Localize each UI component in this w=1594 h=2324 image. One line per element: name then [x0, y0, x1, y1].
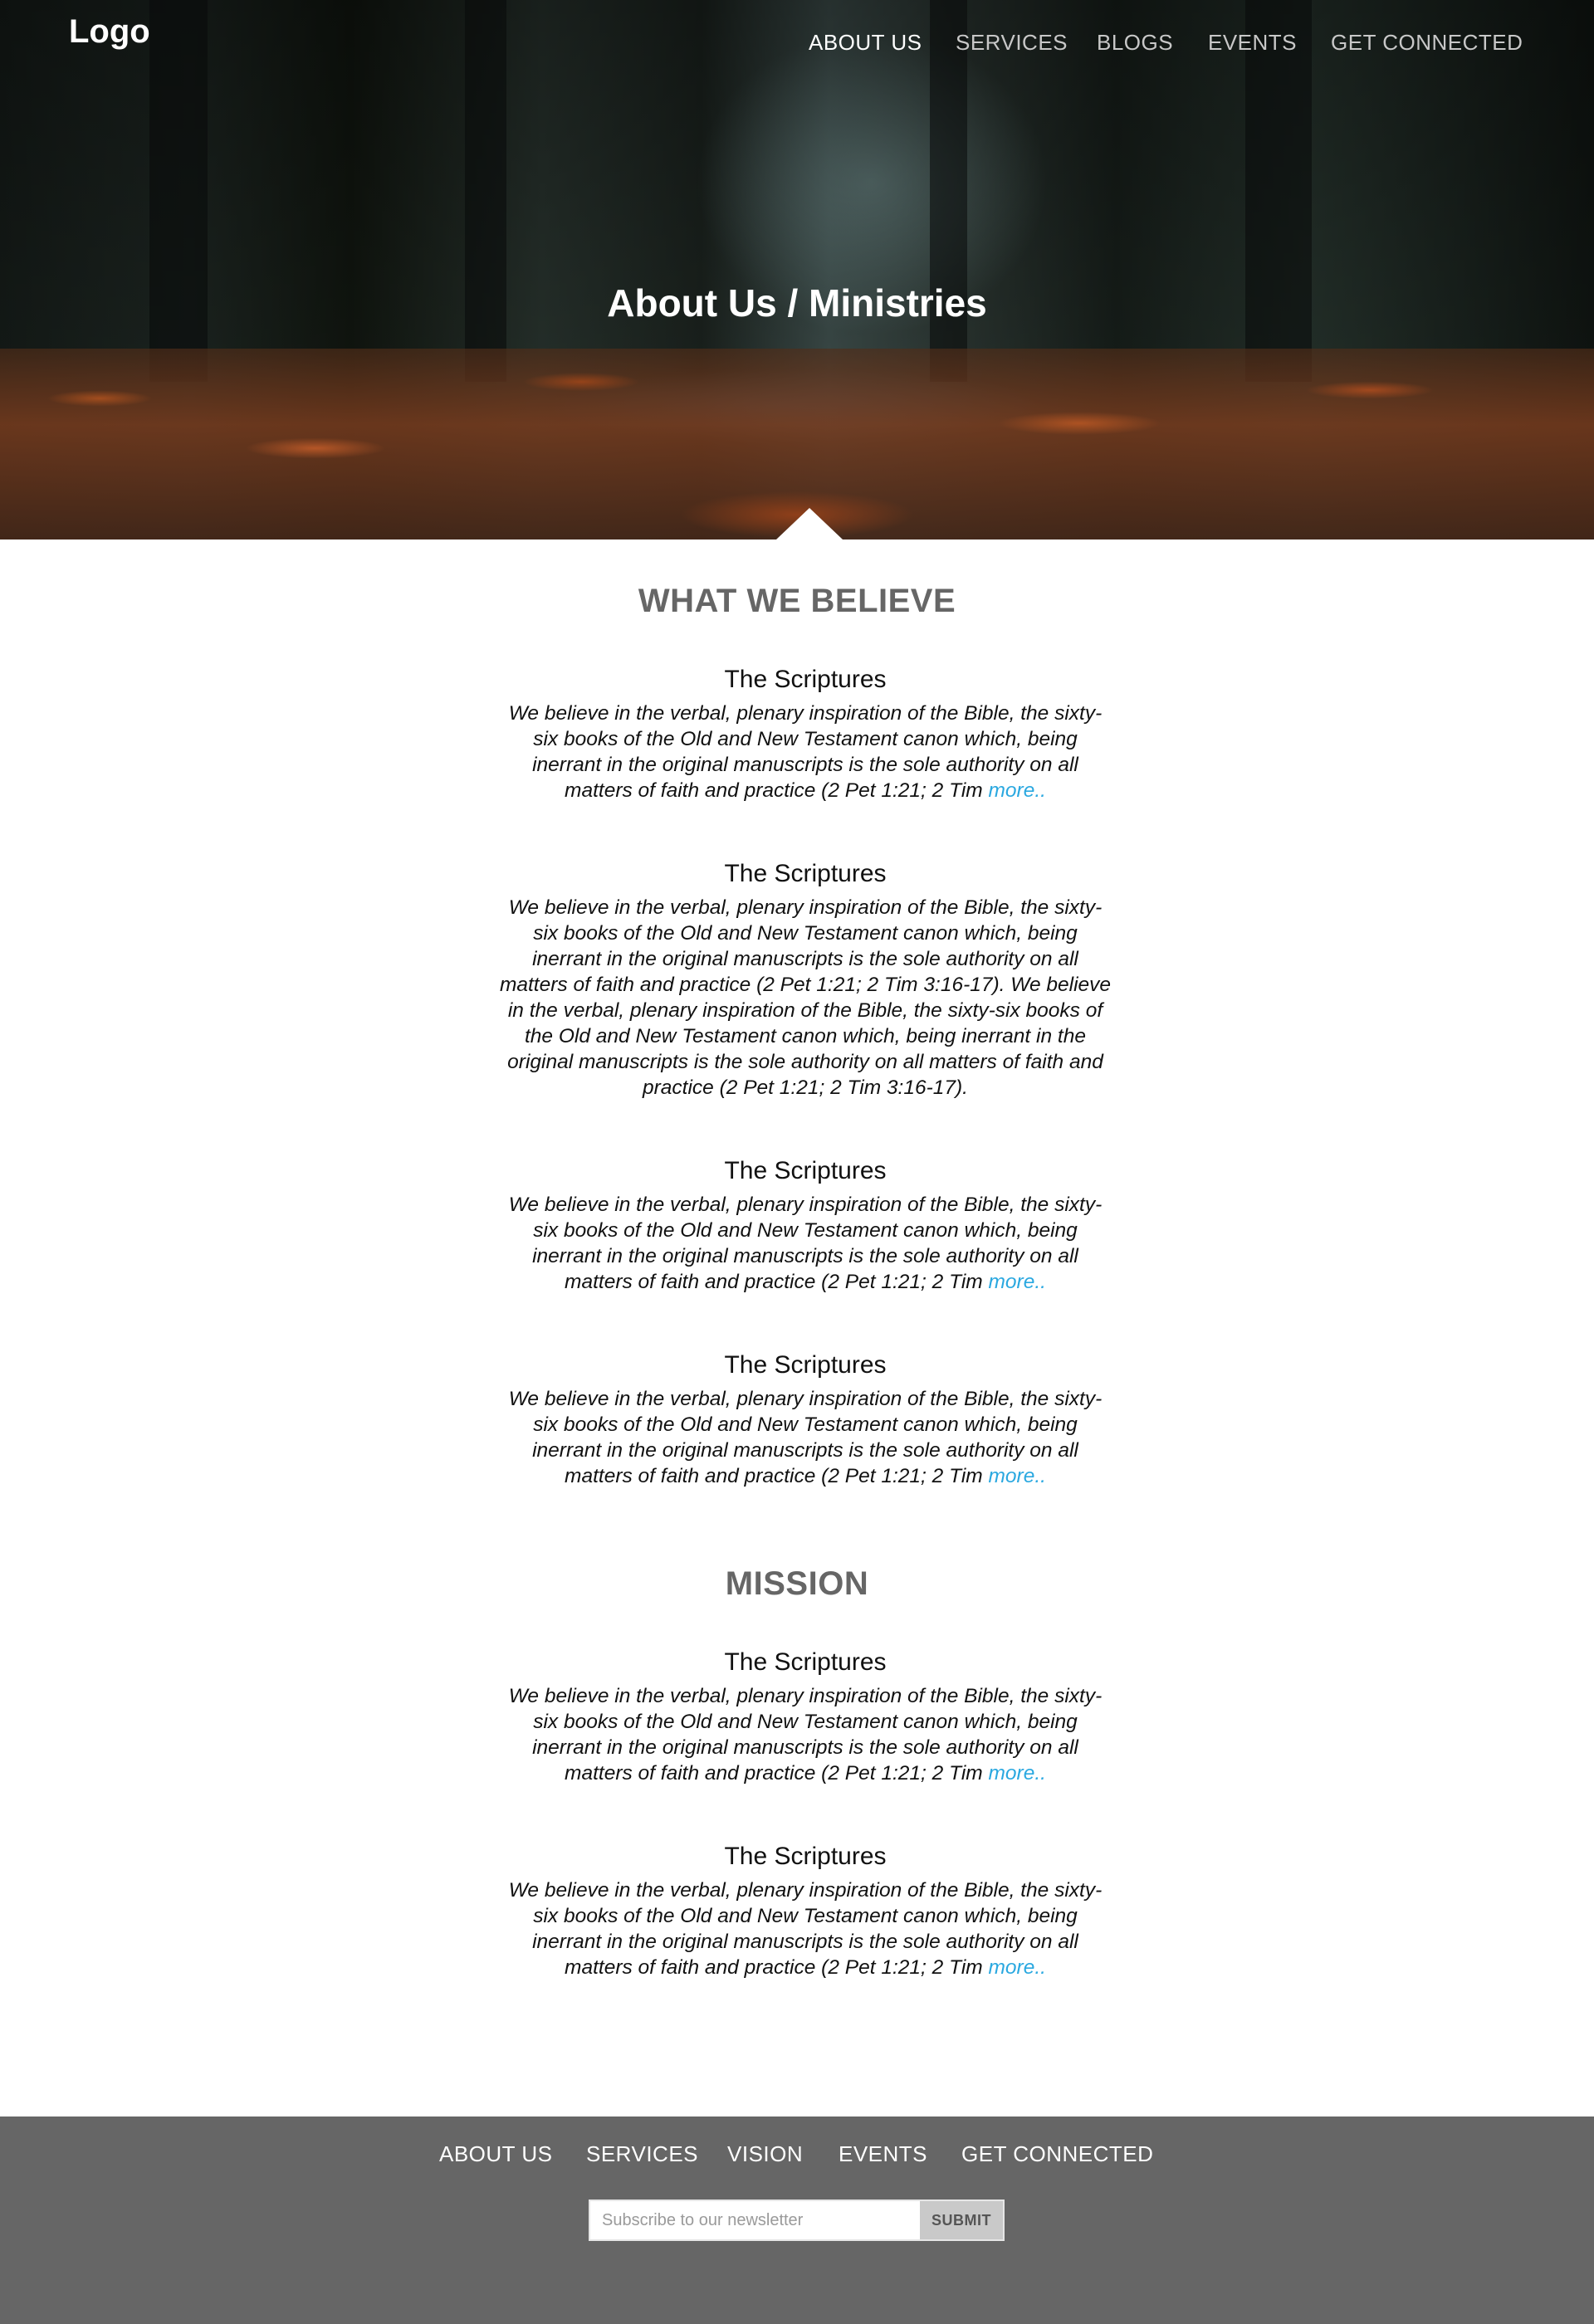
belief-item: The Scriptures We believe in the verbal,… — [498, 858, 1112, 1101]
mission-text: We believe in the verbal, plenary inspir… — [498, 1877, 1112, 1980]
mission-heading: The Scriptures — [724, 1648, 887, 1676]
more-link[interactable]: more.. — [989, 1465, 1046, 1487]
belief-text: We believe in the verbal, plenary inspir… — [498, 1386, 1112, 1489]
top-nav: ABOUT US SERVICES BLOGS EVENTS GET CONNE… — [0, 30, 1594, 55]
mission-item: The Scriptures We believe in the verbal,… — [498, 1841, 1112, 1980]
nav-events[interactable]: EVENTS — [1208, 30, 1297, 56]
nav-blogs[interactable]: BLOGS — [1097, 30, 1173, 56]
belief-heading: The Scriptures — [724, 1351, 887, 1379]
hero-banner — [0, 0, 1594, 540]
more-link[interactable]: more.. — [989, 779, 1046, 802]
footer-nav-services[interactable]: SERVICES — [586, 2141, 698, 2167]
page-title: About Us / Ministries — [607, 281, 987, 325]
belief-item: The Scriptures We believe in the verbal,… — [498, 664, 1112, 803]
mission-heading: The Scriptures — [724, 1843, 887, 1870]
footer: ABOUT US SERVICES VISION EVENTS GET CONN… — [0, 2116, 1594, 2324]
footer-nav-about-us[interactable]: ABOUT US — [439, 2141, 552, 2167]
nav-get-connected[interactable]: GET CONNECTED — [1331, 30, 1523, 56]
more-link[interactable]: more.. — [989, 1271, 1046, 1293]
mission-text: We believe in the verbal, plenary inspir… — [498, 1683, 1112, 1786]
footer-nav-events[interactable]: EVENTS — [839, 2141, 927, 2167]
section-title-beliefs: WHAT WE BELIEVE — [638, 583, 956, 619]
more-link[interactable]: more.. — [989, 1956, 1046, 1979]
nav-services[interactable]: SERVICES — [956, 30, 1068, 56]
footer-nav-vision[interactable]: VISION — [727, 2141, 803, 2167]
belief-heading: The Scriptures — [724, 666, 887, 693]
belief-text: We believe in the verbal, plenary inspir… — [498, 701, 1112, 803]
footer-nav-get-connected[interactable]: GET CONNECTED — [961, 2141, 1153, 2167]
belief-text: We believe in the verbal, plenary inspir… — [498, 895, 1112, 1101]
belief-text: We believe in the verbal, plenary inspir… — [498, 1192, 1112, 1295]
belief-item: The Scriptures We believe in the verbal,… — [498, 1155, 1112, 1295]
nav-about-us[interactable]: ABOUT US — [809, 30, 922, 56]
newsletter-submit-button[interactable]: SUBMIT — [920, 2201, 1003, 2239]
belief-heading: The Scriptures — [724, 1157, 887, 1184]
hero-notch — [776, 508, 843, 540]
belief-item: The Scriptures We believe in the verbal,… — [498, 1350, 1112, 1489]
section-title-mission: MISSION — [725, 1565, 869, 1602]
belief-heading: The Scriptures — [724, 860, 887, 887]
newsletter-form: SUBMIT — [589, 2200, 1005, 2241]
newsletter-email-input[interactable] — [590, 2201, 920, 2239]
mission-item: The Scriptures We believe in the verbal,… — [498, 1647, 1112, 1786]
more-link[interactable]: more.. — [989, 1762, 1046, 1784]
belief-body: We believe in the verbal, plenary inspir… — [499, 896, 1112, 1099]
